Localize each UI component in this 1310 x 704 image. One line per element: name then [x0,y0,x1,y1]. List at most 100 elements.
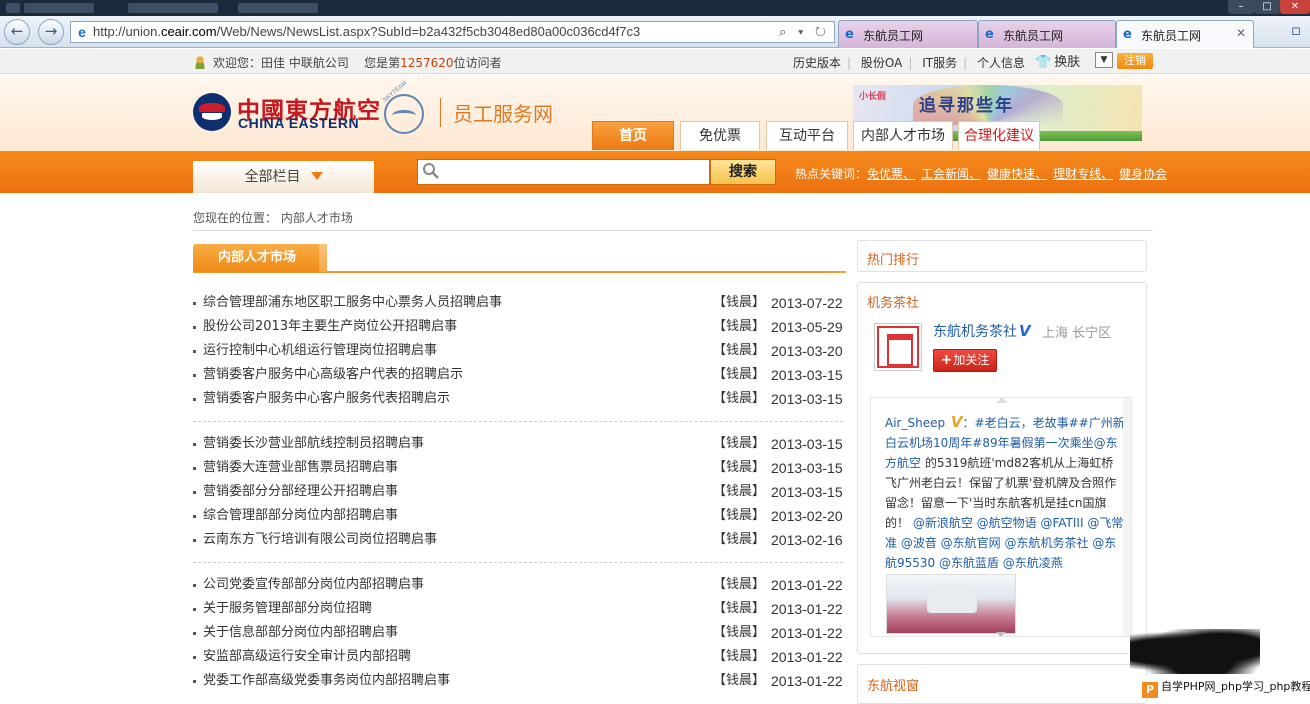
item-title-link[interactable]: 股份公司2013年主要生产岗位公开招聘启事 [203,315,457,339]
weibo-account-name[interactable]: 东航机务茶社 V [933,321,1031,341]
china-eastern-logo-icon[interactable] [193,93,231,131]
new-tab-icon[interactable]: ▫ [1283,19,1309,45]
breadcrumb: 您现在的位置： 内部人才市场 [193,211,353,225]
top-links: 历史版本 | 股份OA | IT服务 | 个人信息 [793,54,1031,71]
item-title-link[interactable]: 营销委大连营业部售票员招聘启事 [203,456,398,480]
hot-keyword-link[interactable]: 健康快速、 [987,167,1047,181]
list-item[interactable]: 综合管理部浦东地区职工服务中心票务人员招聘启事 【钱晨】 2013-07-22 [193,291,846,315]
nav-tab-home[interactable]: 首页 [592,121,674,150]
list-item[interactable]: 云南东方飞行培训有限公司岗位招聘启事 【钱晨】 2013-02-16 [193,528,846,552]
visitor-suffix: 位访问者 [453,56,502,70]
list-item[interactable]: 综合管理部部分岗位内部招聘启事 【钱晨】 2013-02-20 [193,504,846,528]
item-title-link[interactable]: 公司党委宣传部部分岗位内部招聘启事 [203,573,424,597]
forward-button[interactable]: → [38,19,64,45]
list-item[interactable]: 运行控制中心机组运行管理岗位招聘启事 【钱晨】 2013-03-20 [193,339,846,363]
weibo-panel-title[interactable]: 机务茶社 [867,292,919,311]
item-title-link[interactable]: 云南东方飞行培训有限公司岗位招聘启事 [203,528,437,552]
item-title-link[interactable]: 综合管理部浦东地区职工服务中心票务人员招聘启事 [203,291,502,315]
list-item[interactable]: 营销委长沙营业部航线控制员招聘启事 【钱晨】 2013-03-15 [193,432,846,456]
back-button[interactable]: ← [4,19,30,45]
logo-english[interactable]: CHINA EASTERN [238,115,359,131]
close-window-icon[interactable]: ✕ [1280,0,1310,14]
feed-scrollbar[interactable] [1123,398,1131,636]
list-item[interactable]: 公司党委宣传部部分岗位内部招聘启事 【钱晨】 2013-01-22 [193,573,846,597]
browser-tab-3-active[interactable]: e 东航员工网 ✕ [1116,20,1254,48]
item-title-link[interactable]: 营销委客户服务中心高级客户代表的招聘启示 [203,363,463,387]
item-source: 【钱晨】 [713,343,766,358]
address-tools-icons[interactable]: ⌕ ▾ ↻ [779,22,830,42]
search-bar: 全部栏目 搜索 热点关键词：免优票、 工会新闻、 健康快速、 理财专线、 健身协会 [0,151,1310,193]
list-item[interactable]: 关于信息部部分岗位内部招聘启事 【钱晨】 2013-01-22 [193,621,846,645]
hot-rank-title[interactable]: 热门排行 [867,249,919,268]
bullet-icon [193,656,196,659]
item-title-link[interactable]: 安监部高级运行安全审计员内部招聘 [203,645,411,669]
close-tab-icon[interactable]: ✕ [1236,26,1246,40]
bullet-icon [193,584,196,587]
item-title-link[interactable]: 关于服务管理部部分岗位招聘 [203,597,372,621]
news-list-group-2: 营销委长沙营业部航线控制员招聘启事 【钱晨】 2013-03-15 营销委大连营业部… [193,432,846,552]
skin-selector[interactable]: 👕 换肤 ▼ [1035,51,1113,70]
nav-tab-interaction[interactable]: 互动平台 [766,121,848,150]
link-personal-info[interactable]: 个人信息 [977,56,1025,70]
maximize-icon[interactable]: □ [1254,0,1280,14]
tab-favicon-blur [6,3,20,13]
site-title: 员工服务网 [440,98,553,127]
dashed-divider [193,562,843,563]
list-section-title: 内部人才市场 [193,244,327,272]
follow-button[interactable]: +加关注 [933,349,997,372]
scroll-down-arrow-icon[interactable] [996,632,1006,636]
address-bar[interactable]: e http://union.ceair.com/Web/News/NewsLi… [70,21,835,43]
item-title-link[interactable]: 关于信息部部分岗位内部招聘启事 [203,621,398,645]
item-title-link[interactable]: 党委工作部高级党委事务岗位内部招聘启事 [203,669,450,693]
hot-keyword-link[interactable]: 健身协会 [1119,167,1167,181]
list-item[interactable]: 营销委客户服务中心高级客户代表的招聘启示 【钱晨】 2013-03-15 [193,363,846,387]
list-item[interactable]: 营销委部分分部经理公开招聘启事 【钱晨】 2013-03-15 [193,480,846,504]
hot-keyword-link[interactable]: 理财专线、 [1053,167,1113,181]
post-mention-links[interactable]: @新浪航空 @航空物语 @FATIII @飞常准 @波音 @东航官网 @东航机务… [885,516,1123,570]
search-button[interactable]: 搜索 [710,159,776,185]
banner-line-1: 追寻那些年 [919,96,1014,116]
nav-tab-free-tickets[interactable]: 免优票 [680,121,760,150]
hot-keyword-link[interactable]: 工会新闻、 [921,167,981,181]
nav-tab-suggestions[interactable]: 合理化建议 [958,121,1040,150]
video-panel-title[interactable]: 东航视窗 [867,675,919,694]
list-item[interactable]: 关于服务管理部部分岗位招聘 【钱晨】 2013-01-22 [193,597,846,621]
item-title-link[interactable]: 营销委部分分部经理公开招聘启事 [203,480,398,504]
search-box[interactable] [417,159,710,185]
weibo-name-text: 东航机务茶社 [933,324,1017,340]
item-title-link[interactable]: 营销委长沙营业部航线控制员招聘启事 [203,432,424,456]
visitor-prefix: 您是第 [364,56,401,70]
list-item[interactable]: 党委工作部高级党委事务岗位内部招聘启事 【钱晨】 2013-01-22 [193,669,846,693]
chevron-down-icon[interactable]: ▼ [1095,52,1113,68]
weibo-feed[interactable]: Air_Sheep V：#老白云，老故事##广州新白云机场10周年#89年暑假第… [870,397,1132,637]
bullet-icon [193,608,196,611]
post-image[interactable] [886,574,1016,634]
list-item[interactable]: 安监部高级运行安全审计员内部招聘 【钱晨】 2013-01-22 [193,645,846,669]
link-oa[interactable]: 股份OA [861,56,902,70]
url-host: ceair.com [160,24,217,39]
item-title-link[interactable]: 运行控制中心机组运行管理岗位招聘启事 [203,339,437,363]
list-item[interactable]: 营销委客户服务中心客户服务代表招聘启示 【钱晨】 2013-03-15 [193,387,846,411]
search-input[interactable] [446,162,704,182]
bullet-icon [193,374,196,377]
logout-button[interactable]: 注销 [1117,53,1153,69]
avatar[interactable] [874,323,922,371]
divider [193,230,1153,231]
scroll-up-arrow-icon[interactable] [996,398,1008,403]
dropdown-triangle-icon [310,172,323,180]
post-author-link[interactable]: Air_Sheep [885,416,945,430]
tab-label: 东航员工网 [1141,29,1202,43]
list-item[interactable]: 营销委大连营业部售票员招聘启事 【钱晨】 2013-03-15 [193,456,846,480]
item-title-link[interactable]: 综合管理部部分岗位内部招聘启事 [203,504,398,528]
all-columns-dropdown[interactable]: 全部栏目 [193,161,374,193]
item-date: 2013-01-22 [771,625,843,641]
link-it-service[interactable]: IT服务 [922,56,957,70]
browser-tab-2[interactable]: e 东航员工网 [978,20,1116,48]
browser-tab-1[interactable]: e 东航员工网 [838,20,978,48]
link-history-version[interactable]: 历史版本 [793,56,841,70]
hot-keyword-link[interactable]: 免优票、 [867,167,915,181]
item-title-link[interactable]: 营销委客户服务中心客户服务代表招聘启示 [203,387,450,411]
nav-tab-talent-market[interactable]: 内部人才市场 [853,121,953,150]
list-item[interactable]: 股份公司2013年主要生产岗位公开招聘启事 【钱晨】 2013-05-29 [193,315,846,339]
minimize-icon[interactable]: – [1228,0,1254,14]
